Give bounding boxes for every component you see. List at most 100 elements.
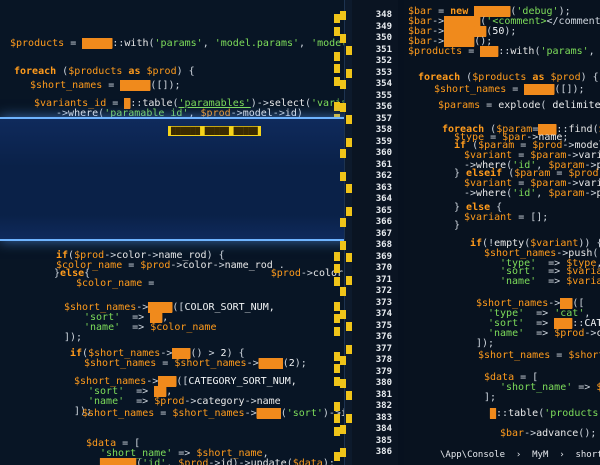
line-number: 368 [375, 240, 392, 250]
right-code-line[interactable]: $products = ▇▇▇::with('params', 'model.p… [408, 46, 600, 57]
line-number: 350 [375, 33, 392, 43]
line-number: 367 [375, 228, 392, 239]
line-number: 360 [375, 148, 392, 158]
change-marker [334, 414, 340, 423]
left-code-line[interactable]: ▇▇▇▇▇▇('id', $prod->id)->update($data); [100, 458, 335, 465]
change-marker [346, 321, 352, 331]
line-number: 365 [375, 205, 392, 216]
line-number: 348 [375, 10, 392, 20]
line-number: 382 [375, 401, 392, 411]
right-editor-pane[interactable]: $bar = new ▇▇▇▇▇▇('debug'); $bar->▇▇▇▇▇▇(… [404, 0, 600, 465]
right-code-line[interactable]: ]); [476, 338, 494, 349]
right-code-line[interactable]: ▇::table('products')->where('id [490, 408, 600, 419]
right-code-line[interactable]: $bar->advance(); [500, 428, 596, 439]
left-code-line[interactable]: foreach ($products as $prod) { [14, 66, 195, 77]
change-marker [340, 103, 346, 112]
line-number: 379 [375, 366, 392, 377]
change-marker [346, 183, 352, 193]
code-editor-screen: $products = ▇▇▇▇▇::with('params', 'model… [0, 0, 600, 465]
right-code-line[interactable]: } [454, 220, 460, 231]
change-marker [334, 326, 340, 336]
line-number: 369 [375, 251, 392, 262]
change-marker [340, 172, 346, 181]
line-number: 385 [375, 435, 392, 446]
right-code-line[interactable]: $short_names = $short_names->so [478, 350, 600, 361]
change-marker [346, 252, 352, 262]
line-number: 383 [375, 412, 392, 423]
left-code-line[interactable]: ]); [64, 332, 82, 343]
line-number: 370 [375, 263, 392, 273]
line-number: 374 [375, 309, 392, 319]
left-code-line[interactable]: $products = ▇▇▇▇▇::with('params', 'model… [10, 38, 344, 49]
change-marker [340, 356, 346, 365]
line-number: 373 [375, 297, 392, 308]
change-marker [346, 390, 352, 400]
change-marker [334, 251, 340, 261]
right-code-line[interactable]: ]; [484, 392, 496, 403]
right-code-line[interactable]: 'short_name' => $short_na [500, 382, 600, 393]
left-code-line[interactable]: $short_names = $short_names->▇▇▇▇('sort'… [82, 408, 344, 419]
change-marker [346, 275, 352, 285]
right-code-line[interactable]: 'name' => $variant->na [500, 276, 600, 287]
line-number: 378 [375, 355, 392, 365]
change-marker [334, 276, 340, 286]
line-number: 376 [375, 332, 392, 342]
change-marker [346, 413, 352, 423]
change-marker [340, 241, 346, 250]
left-code-line[interactable]: 'name' => $prod->category->name [88, 396, 281, 407]
right-code-line[interactable]: $short_names = ▇▇▇▇▇([]); [434, 84, 585, 95]
line-number: 356 [375, 102, 392, 112]
line-number: 371 [375, 274, 392, 285]
line-number: 359 [375, 136, 392, 147]
line-number: 352 [375, 56, 392, 66]
line-number: 354 [375, 79, 392, 89]
line-number: 384 [375, 424, 392, 434]
left-code-line[interactable]: 'name' => $color_name [84, 322, 216, 333]
line-number: 349 [375, 21, 392, 32]
change-marker [334, 64, 340, 73]
change-marker [346, 344, 352, 354]
change-marker [340, 218, 346, 227]
change-marker [334, 401, 340, 411]
change-marker [340, 425, 346, 434]
line-number: 377 [375, 343, 392, 354]
right-code-line[interactable]: $params = explode( delimiter: ',', $prod [438, 100, 600, 111]
change-marker [340, 34, 346, 43]
line-number: 375 [375, 320, 392, 331]
change-marker [340, 379, 346, 388]
line-number: 358 [375, 125, 392, 135]
line-number: 357 [375, 113, 392, 124]
change-marker [346, 137, 352, 147]
right-code-line[interactable]: ->where('id', $param->pivot->va [464, 188, 600, 199]
change-marker [346, 206, 352, 216]
left-code-line[interactable]: $short_names = ▇▇▇▇▇([]); [30, 80, 181, 91]
popup-tooltip: ▇▇▇▇▇▇ ▇▇▇▇▇ ▇▇▇▇▇ [168, 126, 261, 136]
right-code-line[interactable]: foreach ($products as $prod) { [418, 72, 599, 83]
left-code-line[interactable]: $color_name = [76, 278, 154, 289]
right-code-line[interactable]: $variant = []; [464, 212, 548, 223]
line-number: 355 [375, 90, 392, 101]
change-marker [334, 264, 340, 273]
right-code-line[interactable]: 'name' => $prod->category->nam [488, 328, 600, 339]
line-number: 353 [375, 67, 392, 78]
change-marker [334, 51, 340, 61]
breadcrumb[interactable]: \App\Console › MyM › short_name() [440, 450, 600, 461]
change-marker [340, 80, 346, 89]
change-marker [340, 448, 346, 457]
line-number: 364 [375, 194, 392, 204]
line-number: 380 [375, 378, 392, 388]
change-marker [346, 68, 352, 78]
line-number: 372 [375, 286, 392, 296]
line-number: 351 [375, 44, 392, 55]
change-marker [340, 287, 346, 296]
change-marker [340, 11, 346, 20]
change-marker [340, 149, 346, 158]
line-number: 386 [375, 447, 392, 457]
left-code-line[interactable]: $short_names = $short_names->▇▇▇▇(2); [84, 358, 307, 369]
change-marker [346, 114, 352, 124]
line-number: 362 [375, 171, 392, 181]
line-number: 381 [375, 389, 392, 400]
change-marker [340, 310, 346, 319]
change-marker [346, 45, 352, 55]
line-number: 366 [375, 217, 392, 227]
